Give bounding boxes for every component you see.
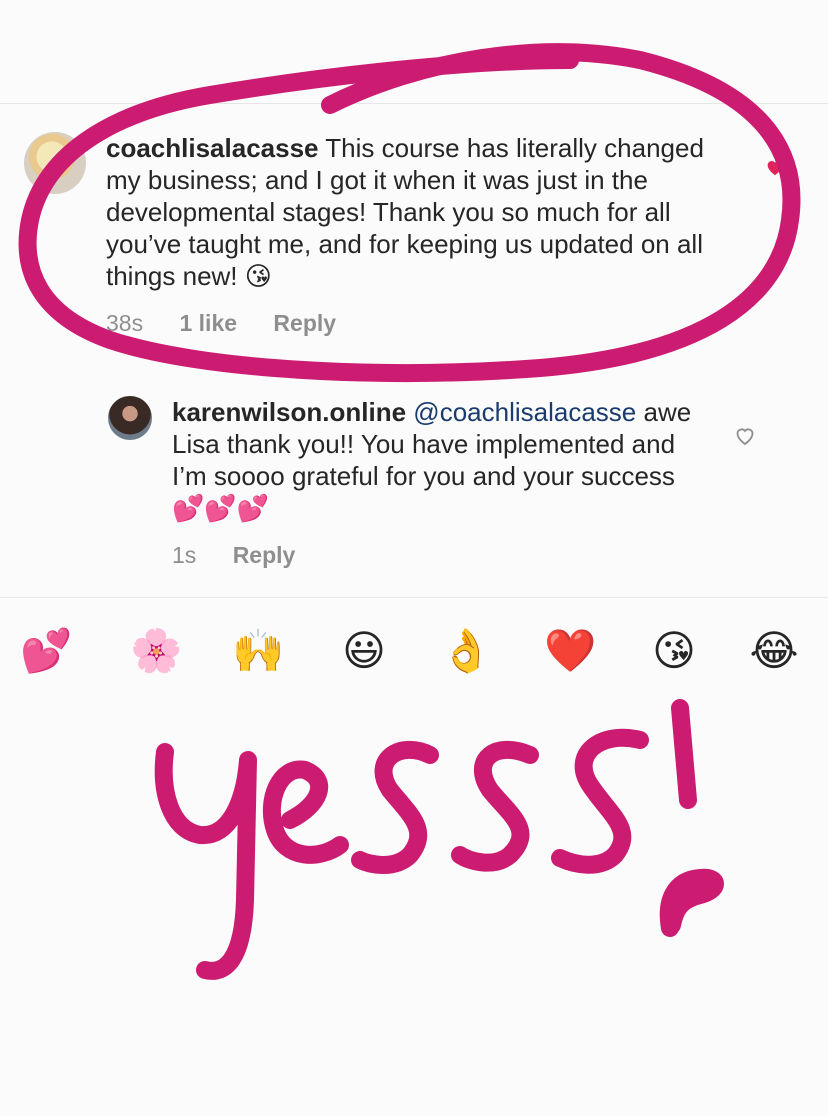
avatar-coachlisalacasse[interactable] <box>24 132 86 194</box>
reply-meta: 1s Reply <box>172 542 325 569</box>
heart-filled-icon[interactable] <box>764 156 786 178</box>
annotation-letter-y <box>154 743 257 980</box>
annotation-letter-s2 <box>451 741 539 872</box>
reply-mention[interactable]: @coachlisalacasse <box>413 397 636 427</box>
emoji-two-hearts[interactable]: 💕 <box>20 625 72 677</box>
emoji-ok-hand[interactable]: 👌 <box>440 625 492 677</box>
annotation-exclaim-dot <box>659 868 724 937</box>
comment-likes[interactable]: 1 like <box>179 310 237 336</box>
comment-username[interactable]: coachlisalacasse <box>106 133 319 163</box>
reply-username[interactable]: karenwilson.online <box>172 397 406 427</box>
emoji-bar-divider <box>0 597 828 598</box>
emoji-red-heart[interactable]: ❤️ <box>544 625 596 677</box>
reply-time: 1s <box>172 542 197 568</box>
emoji-joy[interactable]: 😂 <box>748 625 800 677</box>
top-divider <box>0 103 828 104</box>
reply-reply-button[interactable]: Reply <box>233 542 296 568</box>
emoji-blossom[interactable]: 🌸 <box>130 625 182 677</box>
annotation-letter-s1 <box>351 741 439 874</box>
annotation-letter-s3 <box>551 728 649 874</box>
emoji-kissing-face[interactable]: 😘 <box>648 625 700 677</box>
reply-body: karenwilson.online @coachlisalacasse awe… <box>172 396 692 524</box>
comment-time: 38s <box>106 310 144 336</box>
annotation-exclaim-stroke <box>671 699 697 809</box>
comment-meta: 38s 1 like Reply <box>106 310 366 337</box>
emoji-smiley[interactable]: 😃 <box>338 625 390 677</box>
heart-outline-icon[interactable] <box>732 424 758 448</box>
reply-button[interactable]: Reply <box>273 310 336 336</box>
annotation-letter-e <box>262 760 349 864</box>
emoji-raising-hands[interactable]: 🙌 <box>232 625 284 677</box>
avatar-karenwilson[interactable] <box>108 396 152 440</box>
comment-body: coachlisalacasse This course has literal… <box>106 132 726 292</box>
emoji-quick-bar: 💕 🌸 🙌 😃 👌 ❤️ 😘 😂 <box>0 625 828 681</box>
